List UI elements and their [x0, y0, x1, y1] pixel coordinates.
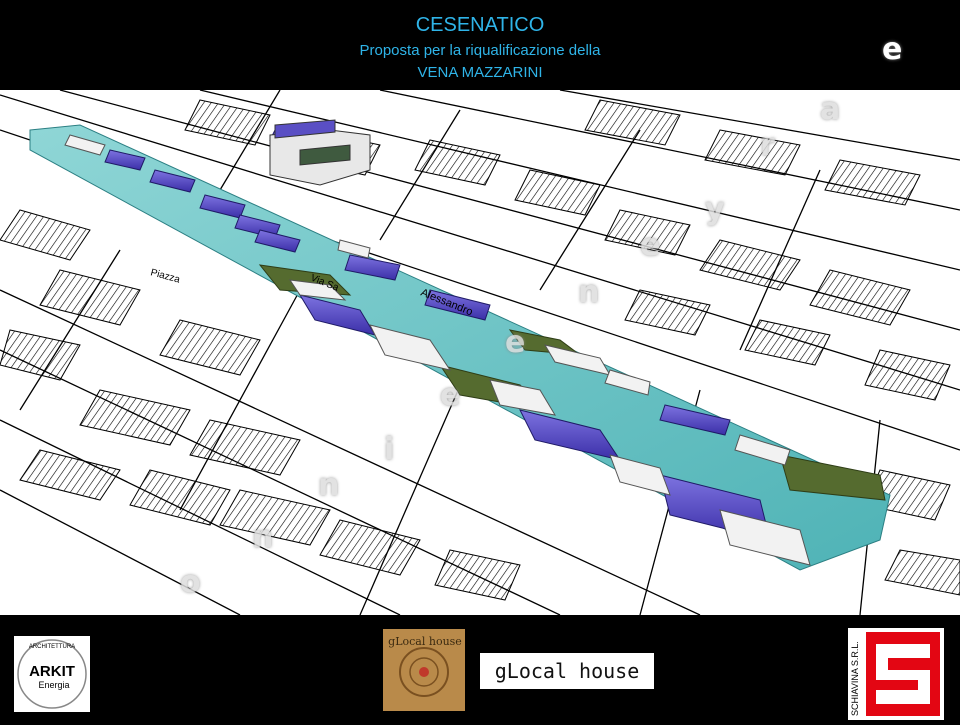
arkit-ring-top: ARCHITETTURA — [29, 644, 75, 650]
watermark-letter: y — [705, 192, 725, 227]
street-label: Piazza — [149, 267, 181, 286]
tower-building — [269, 119, 371, 186]
arkit-logo: ARKIT Energia ARCHITETTURA — [14, 636, 90, 712]
urban-plan-render: Alessandro Piazza Via Sa — [0, 90, 960, 615]
watermark-letter: i — [384, 432, 395, 467]
page-subtitle: Proposta per la riqualificazione della — [359, 42, 601, 59]
glocal-house-text-logo: gLocal house — [480, 653, 654, 689]
watermark-letter: e — [505, 325, 526, 360]
arkit-name: ARKIT — [29, 663, 75, 680]
glocal-house-mark: gLocal house — [388, 635, 462, 697]
watermark-letter: n — [252, 520, 274, 555]
arkit-sub: Energia — [38, 680, 69, 690]
arkit-logo-mark: ARKIT Energia ARCHITETTURA — [17, 639, 87, 709]
watermark-letter: n — [318, 468, 340, 503]
watermark-letter: e — [440, 378, 461, 413]
page-title: CESENATICO — [415, 14, 545, 36]
schiavina-logo-mark: SCHIAVINA S.R.L. — [850, 632, 940, 716]
plan-drawing: Alessandro Piazza Via Sa — [0, 90, 960, 615]
watermark-letter: o — [180, 565, 201, 600]
glocal-image-text: gLocal house — [388, 635, 462, 648]
watermark-letter: r — [760, 128, 775, 163]
watermark-letter: e — [882, 32, 903, 67]
watermark-letter: a — [820, 92, 841, 127]
schiavina-logo: SCHIAVINA S.R.L. — [848, 628, 944, 720]
watermark-letter: e — [640, 228, 661, 263]
page-subtitle-project: VENA MAZZARINI — [417, 64, 543, 81]
watermark-letter: n — [578, 275, 600, 310]
glocal-house-image-logo: gLocal house — [383, 629, 465, 711]
schiavina-text: SCHIAVINA S.R.L. — [850, 641, 860, 716]
header: CESENATICO Proposta per la riqualificazi… — [0, 0, 960, 90]
footer: ARKIT Energia ARCHITETTURA gLocal house … — [0, 615, 960, 720]
